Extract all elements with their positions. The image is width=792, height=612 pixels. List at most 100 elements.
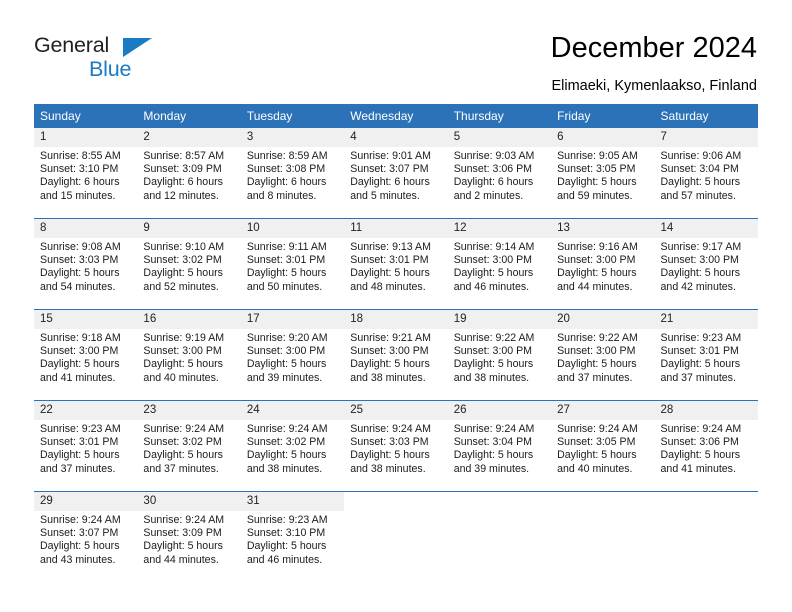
calendar-cell[interactable]: 28 Sunrise: 9:24 AM Sunset: 3:06 PM Dayligh… xyxy=(654,400,758,492)
day-cell[interactable]: 6 Sunrise: 9:05 AM Sunset: 3:05 PM Daylight… xyxy=(551,128,655,217)
day-cell[interactable]: 5 Sunrise: 9:03 AM Sunset: 3:06 PM Daylight… xyxy=(447,128,552,217)
day-cell[interactable]: 27 Sunrise: 9:24 AM Sunset: 3:05 PM Dayligh… xyxy=(551,401,655,490)
daylight-text-line2: and 40 minutes. xyxy=(143,371,219,384)
calendar-cell[interactable]: 31 Sunrise: 9:23 AM Sunset: 3:10 PM Dayligh… xyxy=(240,491,345,582)
calendar-week-row: 15 Sunrise: 9:18 AM Sunset: 3:00 PM Dayligh… xyxy=(34,309,758,401)
calendar-cell[interactable]: 8 Sunrise: 9:08 AM Sunset: 3:03 PM Daylight… xyxy=(34,218,138,310)
calendar-cell[interactable]: 15 Sunrise: 9:18 AM Sunset: 3:00 PM Dayligh… xyxy=(34,309,138,401)
day-cell[interactable]: 19 Sunrise: 9:22 AM Sunset: 3:00 PM Dayligh… xyxy=(447,310,552,399)
calendar-cell[interactable]: 20 Sunrise: 9:22 AM Sunset: 3:00 PM Dayligh… xyxy=(551,309,655,401)
calendar-cell[interactable]: 16 Sunrise: 9:19 AM Sunset: 3:00 PM Dayligh… xyxy=(137,309,241,401)
day-cell[interactable]: 30 Sunrise: 9:24 AM Sunset: 3:09 PM Dayligh… xyxy=(137,492,241,581)
calendar-cell[interactable]: 6 Sunrise: 9:05 AM Sunset: 3:05 PM Daylight… xyxy=(551,128,655,219)
calendar-cell[interactable]: 7 Sunrise: 9:06 AM Sunset: 3:04 PM Daylight… xyxy=(654,128,758,219)
day-cell[interactable]: 13 Sunrise: 9:16 AM Sunset: 3:00 PM Dayligh… xyxy=(551,219,655,308)
sunrise-text: Sunrise: 9:03 AM xyxy=(453,150,535,162)
day-cell[interactable]: 1 Sunrise: 8:55 AM Sunset: 3:10 PM Daylight… xyxy=(34,128,138,217)
calendar-cell[interactable]: 9 Sunrise: 9:10 AM Sunset: 3:02 PM Daylight… xyxy=(137,218,241,310)
calendar-cell[interactable]: 23 Sunrise: 9:24 AM Sunset: 3:02 PM Dayligh… xyxy=(137,400,241,492)
day-cell[interactable]: 22 Sunrise: 9:23 AM Sunset: 3:01 PM Dayligh… xyxy=(34,401,138,490)
sunrise-text: Sunrise: 9:23 AM xyxy=(660,332,742,344)
day-number: 10 xyxy=(240,219,345,238)
day-cell[interactable]: 21 Sunrise: 9:23 AM Sunset: 3:01 PM Dayligh… xyxy=(654,310,758,399)
calendar-cell[interactable]: 3 Sunrise: 8:59 AM Sunset: 3:08 PM Daylight… xyxy=(240,128,345,219)
day-cell[interactable]: 20 Sunrise: 9:22 AM Sunset: 3:00 PM Dayligh… xyxy=(551,310,655,399)
calendar-cell[interactable]: 25 Sunrise: 9:24 AM Sunset: 3:03 PM Dayligh… xyxy=(344,400,448,492)
calendar-cell[interactable]: 13 Sunrise: 9:16 AM Sunset: 3:00 PM Dayligh… xyxy=(551,218,655,310)
calendar-cell xyxy=(654,491,758,582)
weekday-header-sunday: Sunday xyxy=(34,104,138,128)
weekday-header-tuesday: Tuesday xyxy=(240,104,345,128)
calendar-cell[interactable]: 21 Sunrise: 9:23 AM Sunset: 3:01 PM Dayligh… xyxy=(654,309,758,401)
page-subtitle-location: Elimaeki, Kymenlaakso, Finland xyxy=(551,78,757,94)
day-cell[interactable]: 29 Sunrise: 9:24 AM Sunset: 3:07 PM Dayligh… xyxy=(34,492,138,581)
day-cell[interactable]: 14 Sunrise: 9:17 AM Sunset: 3:00 PM Dayligh… xyxy=(654,219,758,308)
calendar-cell[interactable]: 4 Sunrise: 9:01 AM Sunset: 3:07 PM Daylight… xyxy=(344,128,448,219)
sunrise-text: Sunrise: 8:59 AM xyxy=(246,150,328,162)
calendar-cell[interactable]: 11 Sunrise: 9:13 AM Sunset: 3:01 PM Dayligh… xyxy=(344,218,448,310)
day-cell[interactable]: 18 Sunrise: 9:21 AM Sunset: 3:00 PM Dayligh… xyxy=(344,310,448,399)
day-cell[interactable]: 4 Sunrise: 9:01 AM Sunset: 3:07 PM Daylight… xyxy=(344,128,448,217)
calendar-cell[interactable]: 30 Sunrise: 9:24 AM Sunset: 3:09 PM Dayligh… xyxy=(137,491,241,582)
day-cell-empty xyxy=(448,492,551,581)
daylight-text-line2: and 54 minutes. xyxy=(40,280,116,293)
day-details: Sunrise: 9:16 AM Sunset: 3:00 PM Daylight:… xyxy=(551,238,654,294)
sunset-text: Sunset: 3:10 PM xyxy=(246,527,326,540)
day-number: 3 xyxy=(240,128,345,147)
daylight-text-line1: Daylight: 5 hours xyxy=(246,540,327,553)
day-cell[interactable]: 2 Sunrise: 8:57 AM Sunset: 3:09 PM Daylight… xyxy=(137,128,241,217)
day-cell[interactable]: 16 Sunrise: 9:19 AM Sunset: 3:00 PM Dayligh… xyxy=(137,310,241,399)
logo-triangle-icon xyxy=(123,38,152,57)
calendar-cell[interactable]: 19 Sunrise: 9:22 AM Sunset: 3:00 PM Dayligh… xyxy=(447,309,552,401)
day-number: 15 xyxy=(34,310,138,329)
day-cell[interactable]: 7 Sunrise: 9:06 AM Sunset: 3:04 PM Daylight… xyxy=(654,128,758,217)
day-cell[interactable]: 26 Sunrise: 9:24 AM Sunset: 3:04 PM Dayligh… xyxy=(447,401,552,490)
day-cell[interactable]: 9 Sunrise: 9:10 AM Sunset: 3:02 PM Daylight… xyxy=(137,219,241,308)
daylight-text-line1: Daylight: 6 hours xyxy=(453,176,534,189)
calendar-body: 1 Sunrise: 8:55 AM Sunset: 3:10 PM Daylight… xyxy=(34,128,758,582)
day-cell[interactable]: 31 Sunrise: 9:23 AM Sunset: 3:10 PM Dayligh… xyxy=(240,492,345,581)
sunset-text: Sunset: 3:10 PM xyxy=(40,163,119,176)
calendar-cell[interactable]: 29 Sunrise: 9:24 AM Sunset: 3:07 PM Dayligh… xyxy=(34,491,138,582)
calendar-cell[interactable]: 1 Sunrise: 8:55 AM Sunset: 3:10 PM Daylight… xyxy=(34,128,138,219)
day-cell[interactable]: 3 Sunrise: 8:59 AM Sunset: 3:08 PM Daylight… xyxy=(240,128,345,217)
day-details: Sunrise: 9:21 AM Sunset: 3:00 PM Daylight:… xyxy=(344,329,447,385)
daylight-text-line1: Daylight: 5 hours xyxy=(350,358,430,371)
daylight-text-line1: Daylight: 5 hours xyxy=(453,358,534,371)
calendar-cell[interactable]: 26 Sunrise: 9:24 AM Sunset: 3:04 PM Dayligh… xyxy=(447,400,552,492)
day-cell[interactable]: 11 Sunrise: 9:13 AM Sunset: 3:01 PM Dayligh… xyxy=(344,219,448,308)
calendar-cell[interactable]: 10 Sunrise: 9:11 AM Sunset: 3:01 PM Dayligh… xyxy=(240,218,345,310)
day-cell[interactable]: 24 Sunrise: 9:24 AM Sunset: 3:02 PM Dayligh… xyxy=(240,401,345,490)
day-cell[interactable]: 12 Sunrise: 9:14 AM Sunset: 3:00 PM Dayligh… xyxy=(447,219,552,308)
sunset-text: Sunset: 3:02 PM xyxy=(143,254,222,267)
day-cell[interactable]: 23 Sunrise: 9:24 AM Sunset: 3:02 PM Dayligh… xyxy=(137,401,241,490)
calendar-cell[interactable]: 17 Sunrise: 9:20 AM Sunset: 3:00 PM Dayligh… xyxy=(240,309,345,401)
daylight-text-line1: Daylight: 5 hours xyxy=(143,267,223,280)
sunset-text: Sunset: 3:04 PM xyxy=(453,436,533,449)
day-number xyxy=(344,492,447,511)
day-cell[interactable]: 8 Sunrise: 9:08 AM Sunset: 3:03 PM Daylight… xyxy=(34,219,138,308)
calendar-cell[interactable]: 24 Sunrise: 9:24 AM Sunset: 3:02 PM Dayligh… xyxy=(240,400,345,492)
calendar-cell[interactable]: 18 Sunrise: 9:21 AM Sunset: 3:00 PM Dayligh… xyxy=(344,309,448,401)
sunset-text: Sunset: 3:04 PM xyxy=(660,163,739,176)
calendar-cell[interactable]: 12 Sunrise: 9:14 AM Sunset: 3:00 PM Dayligh… xyxy=(447,218,552,310)
calendar-cell[interactable]: 27 Sunrise: 9:24 AM Sunset: 3:05 PM Dayligh… xyxy=(551,400,655,492)
calendar-cell[interactable]: 2 Sunrise: 8:57 AM Sunset: 3:09 PM Daylight… xyxy=(137,128,241,219)
calendar-cell[interactable]: 5 Sunrise: 9:03 AM Sunset: 3:06 PM Daylight… xyxy=(447,128,552,219)
day-cell[interactable]: 28 Sunrise: 9:24 AM Sunset: 3:06 PM Dayligh… xyxy=(654,401,758,490)
calendar-cell xyxy=(551,491,655,582)
daylight-text-line2: and 38 minutes. xyxy=(246,462,323,475)
calendar-cell[interactable]: 14 Sunrise: 9:17 AM Sunset: 3:00 PM Dayligh… xyxy=(654,218,758,310)
day-details: Sunrise: 9:23 AM Sunset: 3:10 PM Daylight:… xyxy=(241,511,344,567)
day-cell[interactable]: 25 Sunrise: 9:24 AM Sunset: 3:03 PM Dayligh… xyxy=(344,401,448,490)
calendar-cell[interactable]: 22 Sunrise: 9:23 AM Sunset: 3:01 PM Dayligh… xyxy=(34,400,138,492)
day-cell[interactable]: 17 Sunrise: 9:20 AM Sunset: 3:00 PM Dayligh… xyxy=(240,310,345,399)
day-cell[interactable]: 15 Sunrise: 9:18 AM Sunset: 3:00 PM Dayligh… xyxy=(34,310,138,399)
day-details: Sunrise: 9:24 AM Sunset: 3:03 PM Daylight:… xyxy=(344,420,447,476)
day-number: 1 xyxy=(34,128,138,147)
sunset-text: Sunset: 3:00 PM xyxy=(40,345,119,358)
daylight-text-line2: and 48 minutes. xyxy=(350,280,426,293)
daylight-text-line2: and 5 minutes. xyxy=(350,189,420,202)
daylight-text-line1: Daylight: 5 hours xyxy=(660,449,741,462)
day-cell[interactable]: 10 Sunrise: 9:11 AM Sunset: 3:01 PM Dayligh… xyxy=(240,219,345,308)
